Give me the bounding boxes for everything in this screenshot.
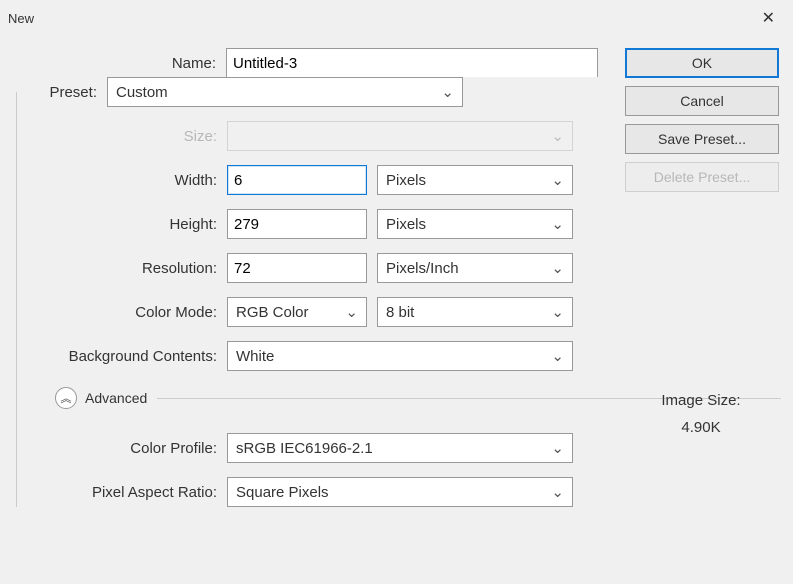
delete-preset-button: Delete Preset...	[625, 162, 779, 192]
height-unit-select[interactable]: Pixels ⌄	[377, 209, 573, 239]
chevron-down-icon: ⌄	[551, 483, 564, 501]
color-profile-value: sRGB IEC61966-2.1	[236, 440, 373, 457]
window-title: New	[8, 11, 34, 26]
advanced-toggle[interactable]: ︽	[55, 387, 77, 409]
color-mode-label: Color Mode:	[17, 304, 227, 321]
bg-contents-select[interactable]: White ⌄	[227, 341, 573, 371]
resolution-unit-select[interactable]: Pixels/Inch ⌄	[377, 253, 573, 283]
chevron-down-icon: ⌄	[551, 303, 564, 321]
size-select: ⌄	[227, 121, 573, 151]
preset-select[interactable]: Custom ⌄	[107, 77, 463, 107]
preset-value: Custom	[116, 84, 168, 101]
close-icon[interactable]: ✕	[756, 6, 781, 30]
chevron-down-icon: ⌄	[551, 439, 564, 457]
chevron-down-icon: ⌄	[551, 215, 564, 233]
collapse-icon: ︽	[61, 390, 72, 406]
bg-contents-label: Background Contents:	[17, 348, 227, 365]
height-unit-value: Pixels	[386, 216, 426, 233]
pixel-aspect-value: Square Pixels	[236, 484, 329, 501]
bit-depth-value: 8 bit	[386, 304, 414, 321]
save-preset-button[interactable]: Save Preset...	[625, 124, 779, 154]
width-unit-select[interactable]: Pixels ⌄	[377, 165, 573, 195]
advanced-label: Advanced	[85, 390, 147, 406]
color-profile-select[interactable]: sRGB IEC61966-2.1 ⌄	[227, 433, 573, 463]
chevron-down-icon: ⌄	[551, 171, 564, 189]
height-input[interactable]	[227, 209, 367, 239]
bg-contents-value: White	[236, 348, 274, 365]
image-size-value: 4.90K	[631, 419, 771, 436]
resolution-input[interactable]	[227, 253, 367, 283]
color-profile-label: Color Profile:	[17, 440, 227, 457]
name-input[interactable]	[226, 48, 598, 78]
size-label: Size:	[17, 128, 227, 145]
bit-depth-select[interactable]: 8 bit ⌄	[377, 297, 573, 327]
cancel-button[interactable]: Cancel	[625, 86, 779, 116]
preset-label: Preset:	[17, 84, 107, 101]
height-label: Height:	[17, 216, 227, 233]
pixel-aspect-select[interactable]: Square Pixels ⌄	[227, 477, 573, 507]
width-unit-value: Pixels	[386, 172, 426, 189]
chevron-down-icon: ⌄	[345, 303, 358, 321]
image-size-label: Image Size:	[631, 392, 771, 409]
pixel-aspect-label: Pixel Aspect Ratio:	[17, 484, 227, 501]
chevron-down-icon: ⌄	[551, 259, 564, 277]
ok-button[interactable]: OK	[625, 48, 779, 78]
resolution-unit-value: Pixels/Inch	[386, 260, 459, 277]
width-input[interactable]	[227, 165, 367, 195]
chevron-down-icon: ⌄	[551, 127, 564, 145]
chevron-down-icon: ⌄	[551, 347, 564, 365]
color-mode-select[interactable]: RGB Color ⌄	[227, 297, 367, 327]
width-label: Width:	[17, 172, 227, 189]
resolution-label: Resolution:	[17, 260, 227, 277]
chevron-down-icon: ⌄	[441, 83, 454, 101]
name-label: Name:	[16, 55, 226, 72]
color-mode-value: RGB Color	[236, 304, 309, 321]
